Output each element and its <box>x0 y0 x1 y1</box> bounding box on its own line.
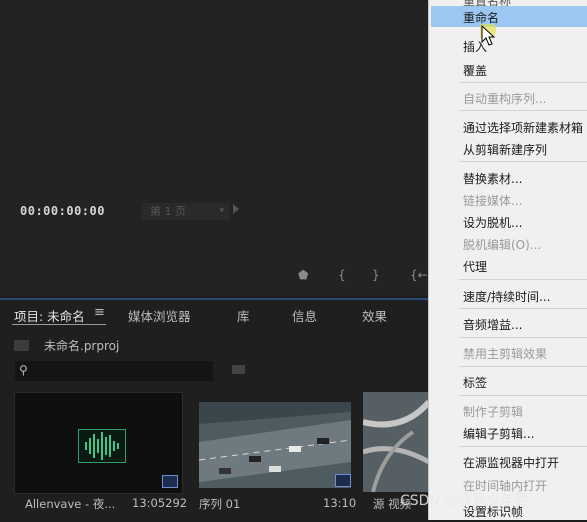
menu-item-disable-master-clip-effects[interactable]: 禁用主剪辑效果 <box>463 345 547 362</box>
menu-item-replace-footage[interactable]: 替换素材... <box>463 170 522 187</box>
marker-icon[interactable]: ⬟ <box>298 268 308 282</box>
media-duration: 13:10 <box>323 496 357 510</box>
menu-item-link-media[interactable]: 链接媒体... <box>463 192 522 209</box>
media-tile-audio[interactable] <box>14 392 183 494</box>
menu-item-audio-gain[interactable]: 音频增益... <box>463 316 522 333</box>
tab-effects[interactable]: 效果 <box>362 306 387 325</box>
menu-separator <box>459 395 587 396</box>
timecode-display[interactable]: 00:00:00:00 <box>20 204 105 218</box>
video-thumbnail <box>363 392 429 492</box>
menu-item-auto-reframe[interactable]: 自动重构序列... <box>463 90 546 107</box>
menu-item-speed-duration[interactable]: 速度/持续时间... <box>463 288 551 305</box>
media-tile-sequence[interactable] <box>199 402 351 488</box>
menu-separator <box>459 366 587 367</box>
sequence-thumbnail <box>199 402 351 488</box>
menu-separator <box>459 308 587 309</box>
search-icon: ⚲ <box>19 363 28 377</box>
sequence-badge-icon <box>335 474 351 487</box>
menu-separator <box>459 279 587 280</box>
mark-in-icon[interactable]: { <box>338 268 346 282</box>
context-menu: 重置名称 重命名 插入 覆盖 自动重构序列... 通过选择项新建素材箱 从剪辑新… <box>428 0 587 520</box>
project-file-name: 未命名.prproj <box>44 339 120 353</box>
menu-item-proxy[interactable]: 代理 <box>463 258 487 275</box>
page-select[interactable]: 第 1 页 ▾ <box>142 203 230 220</box>
mouse-cursor-icon <box>480 24 496 46</box>
media-name: 序列 01 <box>199 497 241 511</box>
menu-item-new-sequence-from-clip[interactable]: 从剪辑新建序列 <box>463 141 547 158</box>
menu-separator <box>459 82 587 83</box>
audio-waveform-icon <box>78 429 126 463</box>
new-bin-icon[interactable] <box>232 365 245 374</box>
audio-badge-icon <box>162 475 178 488</box>
source-monitor <box>0 0 432 296</box>
mark-out-icon[interactable]: } <box>372 268 380 282</box>
menu-item-label[interactable]: 标签 <box>463 374 487 391</box>
tab-libraries[interactable]: 库 <box>237 306 250 325</box>
active-tab-underline <box>12 324 106 325</box>
page-select-label: 第 1 页 <box>150 205 186 218</box>
menu-item-edit-offline[interactable]: 脱机编辑(O)... <box>463 236 541 253</box>
media-duration: 13:05292 <box>132 496 188 510</box>
menu-item-new-bin-from-selection[interactable]: 通过选择项新建素材箱 <box>463 119 583 136</box>
chevron-down-icon: ▾ <box>219 206 224 216</box>
next-page-icon[interactable] <box>233 204 239 214</box>
tab-project[interactable]: 项目: 未命名 <box>14 306 85 325</box>
search-input[interactable]: ⚲ <box>15 361 213 381</box>
menu-item-open-in-source-monitor[interactable]: 在源监视器中打开 <box>463 454 559 471</box>
menu-item-make-offline[interactable]: 设为脱机... <box>463 214 522 231</box>
go-to-in-icon[interactable]: {← <box>410 268 428 282</box>
menu-item-overwrite[interactable]: 覆盖 <box>463 62 487 79</box>
tab-info[interactable]: 信息 <box>292 306 317 325</box>
media-tile-video[interactable] <box>363 392 429 492</box>
menu-item-edit-subclip[interactable]: 编辑子剪辑... <box>463 425 534 442</box>
menu-separator <box>459 161 587 162</box>
media-name: Allenvave - 夜... <box>25 497 116 511</box>
project-folder-icon <box>14 340 29 351</box>
menu-separator <box>459 110 587 111</box>
menu-separator <box>459 337 587 338</box>
menu-separator <box>459 446 587 447</box>
menu-item-make-subclip[interactable]: 制作子剪辑 <box>463 403 523 420</box>
watermark-text: CSDN @驭风少年君 <box>400 493 529 509</box>
panel-menu-icon[interactable]: ≡ <box>94 305 105 320</box>
tab-media-browser[interactable]: 媒体浏览器 <box>128 306 191 325</box>
